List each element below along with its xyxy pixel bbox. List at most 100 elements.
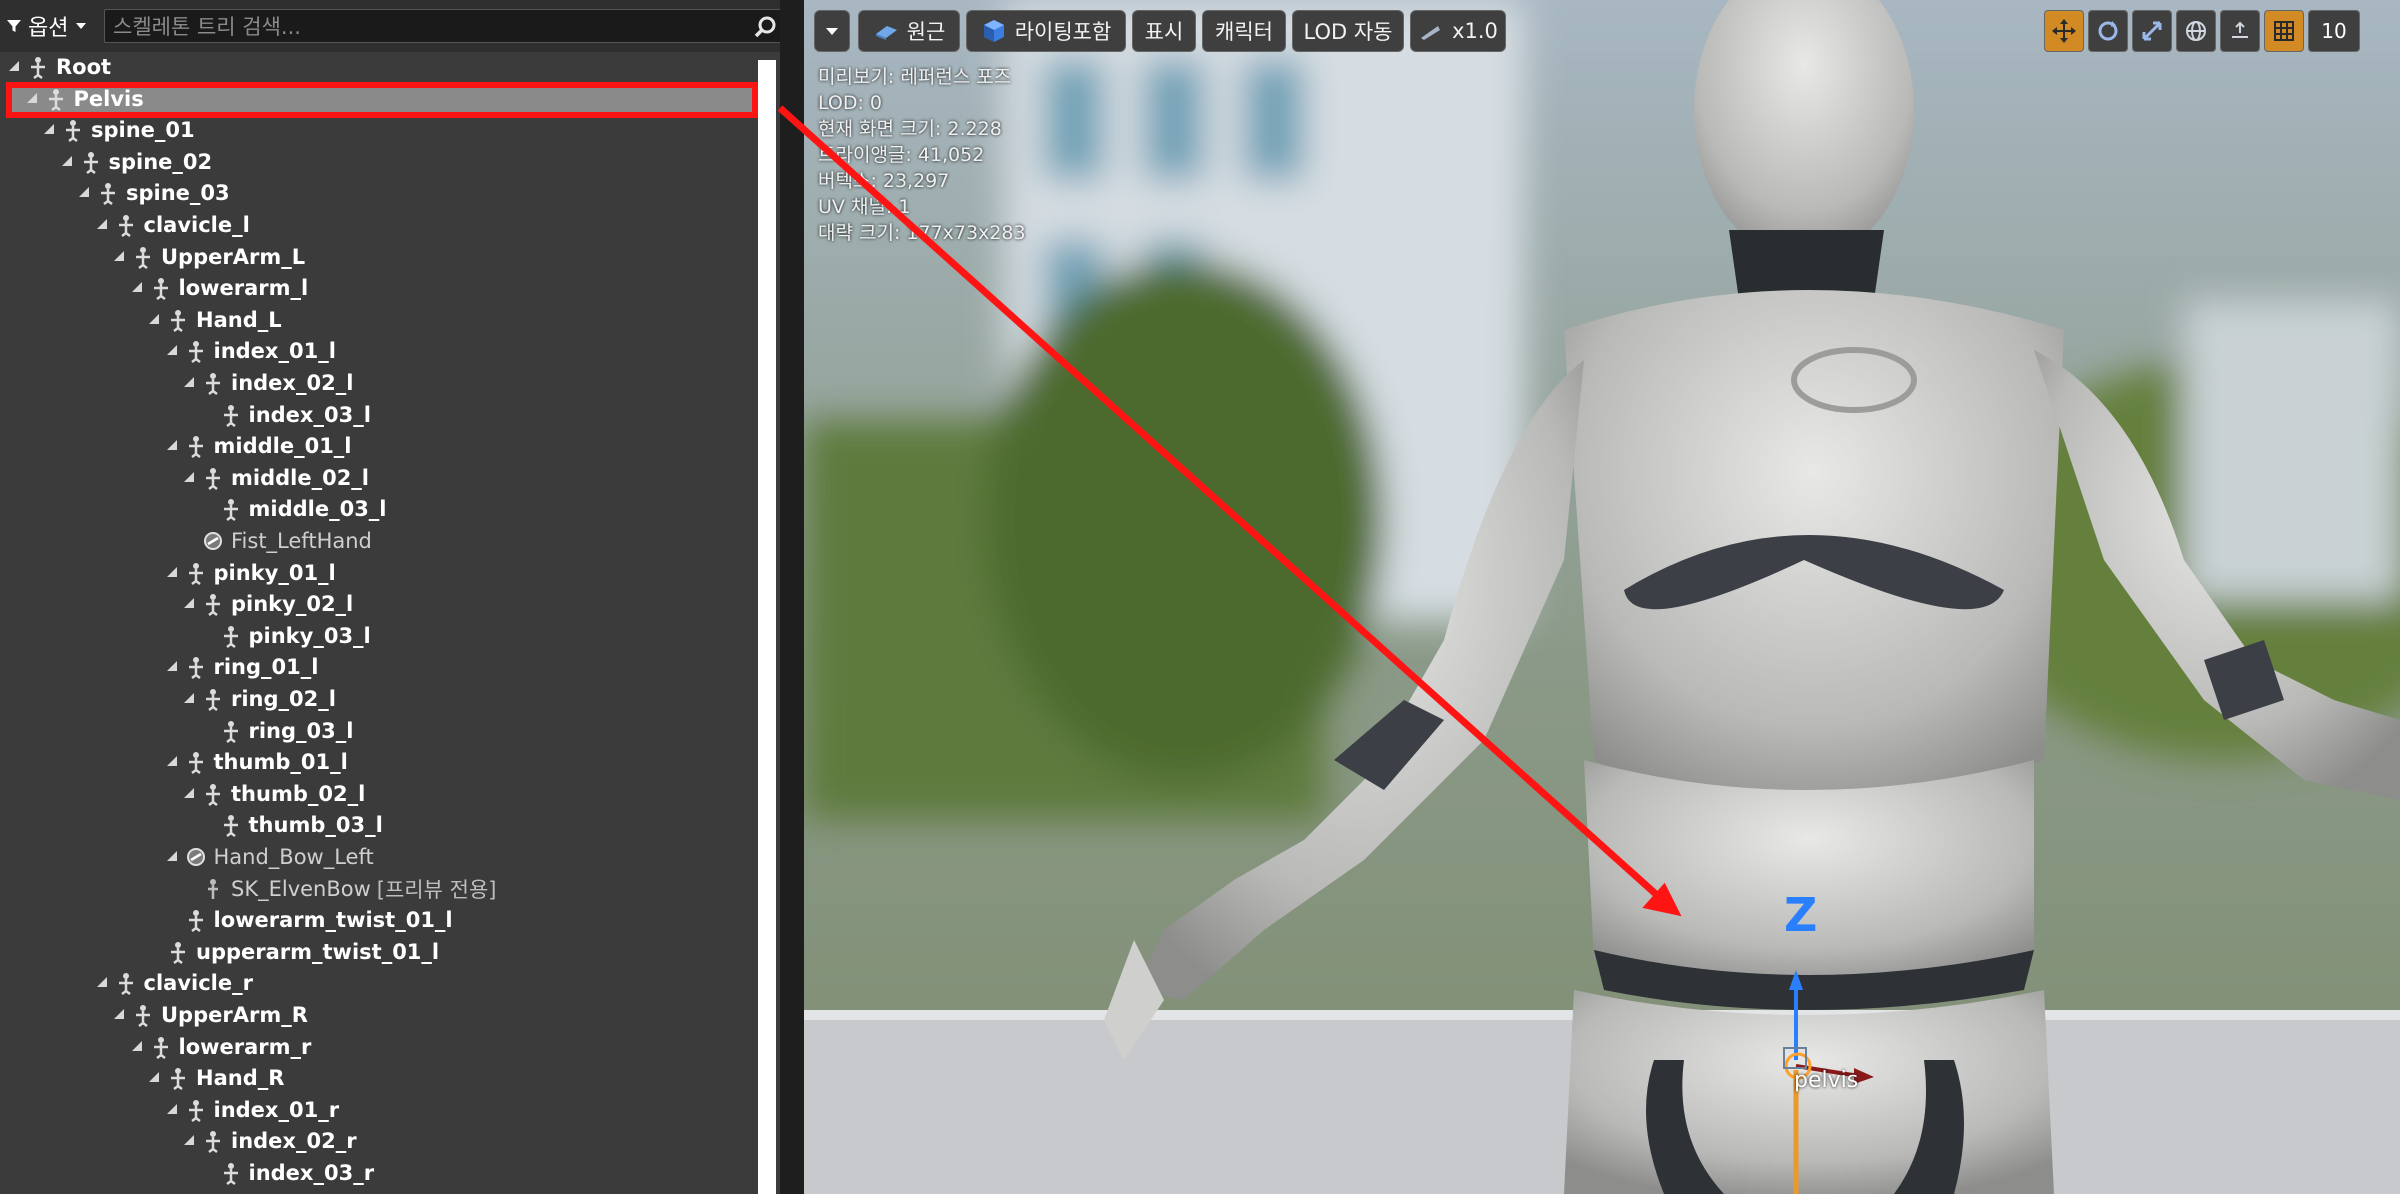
viewport-menu-button[interactable] [814, 10, 850, 52]
bone-icon [201, 687, 225, 711]
tree-row-label: index_01_r [213, 1097, 340, 1122]
tree-row-tag: [프리뷰 전용] [376, 877, 497, 902]
tree-row[interactable]: spine_01 [43, 115, 195, 145]
grid-snap-toggle[interactable] [2264, 10, 2304, 52]
tree-row[interactable]: ring_01_l [166, 652, 318, 682]
grid-size-selector[interactable]: 10 [2308, 10, 2360, 52]
tree-row[interactable]: UpperArm_R [113, 1000, 308, 1030]
tree-row[interactable]: thumb_01_l [166, 747, 348, 777]
expand-triangle-icon[interactable] [166, 850, 180, 864]
tree-scrollbar[interactable] [758, 60, 776, 1194]
expand-triangle-icon[interactable] [113, 1008, 127, 1022]
tree-row-label: lowerarm_twist_01_l [213, 908, 453, 933]
search-input[interactable] [111, 10, 735, 44]
expand-triangle-icon[interactable] [8, 60, 22, 74]
tree-row[interactable]: ring_03_l [201, 716, 353, 746]
scale-tool-button[interactable] [2132, 10, 2172, 52]
filter-icon [7, 20, 21, 32]
tree-row-label: lowerarm_r [178, 1034, 312, 1059]
bone-icon [219, 719, 243, 743]
tree-row[interactable]: spine_02 [61, 147, 213, 177]
tree-row[interactable]: thumb_02_l [183, 779, 365, 809]
expand-triangle-icon[interactable] [78, 186, 92, 200]
preview-viewport[interactable]: 원근 라이팅포함 표시 캐릭터 LOD 자동 x1.0 10 미리보기: 레퍼런… [804, 0, 2400, 1194]
expand-triangle-icon[interactable] [166, 439, 180, 453]
bone-icon [184, 434, 208, 459]
tree-row[interactable]: thumb_03_l [201, 810, 383, 840]
lod-menu-button[interactable]: LOD 자동 [1292, 10, 1404, 52]
tree-row[interactable]: index_01_l [166, 336, 336, 366]
perspective-label: 원근 [906, 20, 946, 44]
tree-row-label: Hand_Bow_Left [213, 845, 374, 869]
tree-row[interactable]: Hand_L [148, 305, 282, 335]
expand-triangle-icon[interactable] [183, 597, 197, 611]
snap-icon [2232, 21, 2248, 38]
expand-triangle-icon[interactable] [183, 692, 197, 706]
tree-row[interactable]: middle_01_l [166, 431, 352, 461]
tree-row[interactable]: SK_ElvenBow [프리뷰 전용] [183, 874, 496, 904]
tree-row-label: middle_03_l [248, 497, 387, 522]
expand-triangle-icon[interactable] [183, 787, 197, 801]
tree-row[interactable]: spine_03 [78, 178, 230, 208]
playback-speed-button[interactable]: x1.0 [1410, 10, 1506, 52]
tree-row[interactable]: index_03_r [201, 1158, 374, 1188]
tree-row[interactable]: ring_02_l [183, 684, 336, 714]
expand-triangle-icon[interactable] [113, 250, 127, 264]
show-menu-button[interactable]: 표시 [1132, 10, 1196, 52]
stat-uv-channels: UV 채널: 1 [818, 196, 911, 218]
tree-row[interactable]: index_03_l [201, 400, 371, 430]
speed-label: x1.0 [1452, 19, 1498, 43]
tree-row[interactable]: lowerarm_twist_01_l [166, 905, 453, 935]
expand-triangle-icon[interactable] [148, 1071, 162, 1085]
tree-row[interactable]: upperarm_twist_01_l [148, 937, 439, 967]
lighting-mode-button[interactable]: 라이팅포함 [966, 10, 1126, 52]
tree-row[interactable]: clavicle_l [96, 210, 250, 240]
bone-icon [166, 1066, 190, 1091]
tree-row[interactable]: index_02_l [183, 368, 353, 398]
expand-triangle-icon[interactable] [183, 1134, 197, 1148]
tree-row[interactable]: middle_02_l [183, 463, 369, 493]
tree-row[interactable]: lowerarm_l [131, 273, 308, 303]
tree-row[interactable]: clavicle_r [96, 968, 253, 998]
expand-triangle-icon[interactable] [166, 566, 180, 580]
surface-snap-button[interactable] [2220, 10, 2260, 52]
tree-row[interactable]: Hand_Bow_Left [166, 842, 374, 872]
options-button[interactable]: 옵션 [6, 9, 98, 43]
expand-triangle-icon[interactable] [166, 755, 180, 769]
grid-icon [2274, 21, 2294, 41]
tree-row-label: spine_02 [108, 149, 213, 174]
expand-triangle-icon[interactable] [148, 313, 162, 327]
tree-row[interactable]: Fist_LeftHand [183, 526, 372, 556]
tree-row[interactable]: lowerarm_r [131, 1032, 312, 1062]
expand-triangle-icon[interactable] [131, 281, 145, 295]
translate-tool-button[interactable] [2044, 10, 2084, 52]
tree-row[interactable]: pinky_01_l [166, 558, 336, 588]
tree-row[interactable]: index_01_r [166, 1095, 340, 1125]
perspective-button[interactable]: 원근 [858, 10, 960, 52]
expand-triangle-icon[interactable] [96, 976, 110, 990]
expand-triangle-icon[interactable] [61, 155, 75, 169]
tree-row[interactable]: middle_03_l [201, 494, 387, 524]
tree-row[interactable]: UpperArm_L [113, 242, 305, 272]
expand-triangle-icon[interactable] [43, 123, 57, 137]
tree-row[interactable]: pinky_03_l [201, 621, 371, 651]
expand-triangle-icon[interactable] [183, 471, 197, 485]
character-menu-button[interactable]: 캐릭터 [1202, 10, 1286, 52]
expand-triangle-icon[interactable] [166, 1103, 180, 1117]
rotate-tool-button[interactable] [2088, 10, 2128, 52]
tree-row[interactable]: index_02_r [183, 1126, 357, 1156]
tree-row[interactable]: pinky_02_l [183, 589, 353, 619]
viewport-stats: 미리보기: 레퍼런스 포즈 LOD: 0 현재 화면 크기: 2.228 트라이… [818, 64, 1026, 246]
expand-triangle-icon[interactable] [96, 218, 110, 232]
expand-triangle-icon[interactable] [166, 344, 180, 358]
stat-approx-size: 대략 크기: 177x73x283 [818, 222, 1026, 244]
world-local-toggle[interactable] [2176, 10, 2216, 52]
tree-row[interactable]: Hand_R [148, 1063, 284, 1093]
tree-row[interactable]: Root [8, 52, 111, 82]
expand-triangle-icon[interactable] [166, 660, 180, 674]
search-icon[interactable] [753, 15, 777, 39]
expand-triangle-icon[interactable] [183, 376, 197, 390]
panel-splitter[interactable] [780, 0, 804, 1194]
expand-triangle-icon[interactable] [131, 1040, 145, 1054]
